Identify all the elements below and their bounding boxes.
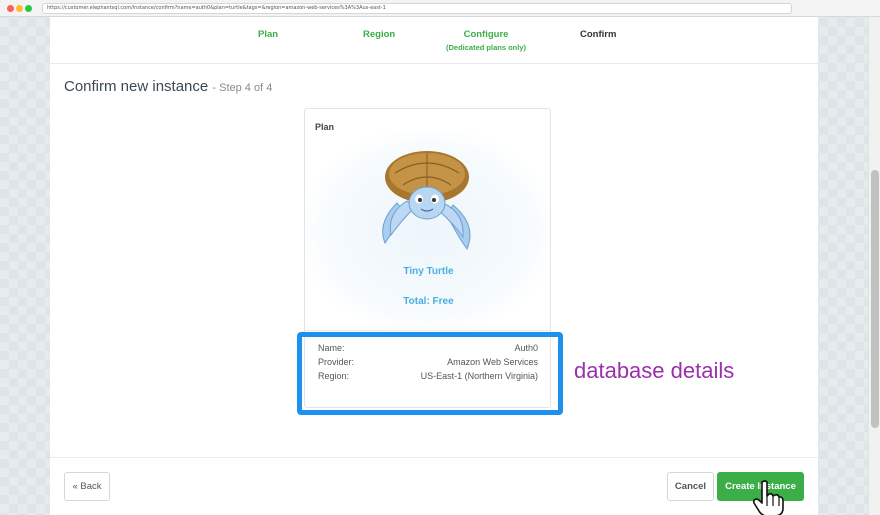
scrollbar-thumb[interactable] xyxy=(871,170,879,428)
cancel-button[interactable]: Cancel xyxy=(667,472,714,501)
maximize-window-icon[interactable] xyxy=(25,5,32,12)
turtle-icon xyxy=(382,151,471,251)
step-plan[interactable]: Plan xyxy=(258,29,278,40)
wizard-steps: Plan Region Configure (Dedicated plans o… xyxy=(50,17,818,64)
step-label: Plan xyxy=(258,29,279,40)
divider xyxy=(305,330,550,331)
step-confirm: Confirm xyxy=(580,29,616,40)
step-region[interactable]: Region xyxy=(363,29,395,40)
close-window-icon[interactable] xyxy=(7,5,14,12)
address-bar[interactable]: https://customer.elephantsql.com/instanc… xyxy=(42,3,792,14)
minimize-window-icon[interactable] xyxy=(16,5,23,12)
step-label: Configure xyxy=(463,29,509,40)
step-sublabel: (Dedicated plans only) xyxy=(446,43,527,52)
browser-chrome: https://customer.elephantsql.com/instanc… xyxy=(0,0,880,17)
page-title-text: Confirm new instance xyxy=(64,78,209,95)
page-title: Confirm new instance - Step 4 of 4 xyxy=(64,78,272,95)
annotation-highlight-box xyxy=(297,332,563,415)
main-card: Plan Region Configure (Dedicated plans o… xyxy=(50,17,818,515)
plan-heading: Plan xyxy=(315,122,335,132)
page-scrollbar[interactable] xyxy=(868,17,880,515)
back-button[interactable]: « Back xyxy=(64,472,110,501)
step-label: Region xyxy=(363,29,396,40)
hand-cursor-icon xyxy=(752,480,784,515)
annotation-label: database details xyxy=(574,358,735,383)
step-label: Confirm xyxy=(580,29,617,40)
footer-divider xyxy=(50,457,818,458)
plan-total: Total: Free xyxy=(403,296,454,307)
step-configure[interactable]: Configure (Dedicated plans only) xyxy=(446,29,526,52)
plan-name: Tiny Turtle xyxy=(403,266,454,277)
step-indicator: - Step 4 of 4 xyxy=(212,82,273,94)
